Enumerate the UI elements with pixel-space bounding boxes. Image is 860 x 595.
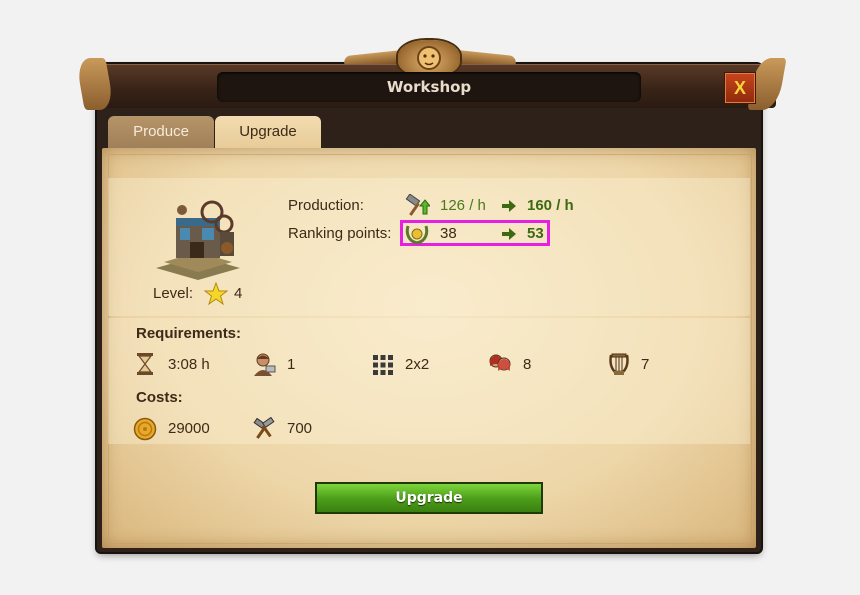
requirement-time-value: 3:08 h (168, 356, 210, 373)
tab-upgrade[interactable]: Upgrade (215, 116, 321, 148)
tab-produce[interactable]: Produce (108, 116, 214, 148)
star-icon (203, 281, 229, 311)
production-label: Production: (288, 197, 364, 214)
requirement-size-value: 2x2 (405, 356, 430, 373)
workshop-building-image (152, 198, 244, 280)
supplies-icon (252, 416, 276, 446)
lyre-icon (607, 352, 631, 381)
grid-size-icon (372, 354, 394, 381)
hourglass-icon (134, 352, 156, 381)
population-icon (487, 352, 513, 381)
window-title: Workshop (217, 72, 641, 102)
ranking-label: Ranking points: (288, 225, 392, 242)
requirement-workers-value: 1 (287, 356, 296, 373)
ranking-next: 53 (527, 225, 544, 242)
arrow-right-icon (502, 199, 516, 217)
arrow-right-icon (502, 227, 516, 245)
ranking-current: 38 (440, 225, 457, 242)
production-current: 126 / h (440, 197, 486, 214)
cost-supplies-value: 700 (287, 420, 313, 437)
level-value: 4 (234, 285, 243, 302)
cost-coins-value: 29000 (168, 420, 210, 437)
hammer-icon (404, 193, 432, 223)
requirement-population-value: 8 (523, 356, 532, 373)
worker-icon (252, 352, 276, 381)
coin-icon (133, 417, 157, 446)
lion-crest-icon (398, 40, 460, 76)
upgrade-button[interactable]: Upgrade (315, 482, 543, 514)
production-next: 160 / h (527, 197, 574, 214)
costs-heading: Costs: (136, 389, 183, 406)
laurel-icon (404, 222, 430, 251)
requirement-culture-value: 7 (641, 356, 650, 373)
close-button[interactable]: X (724, 72, 756, 104)
level-label: Level: (153, 285, 194, 302)
requirements-heading: Requirements: (136, 325, 242, 342)
